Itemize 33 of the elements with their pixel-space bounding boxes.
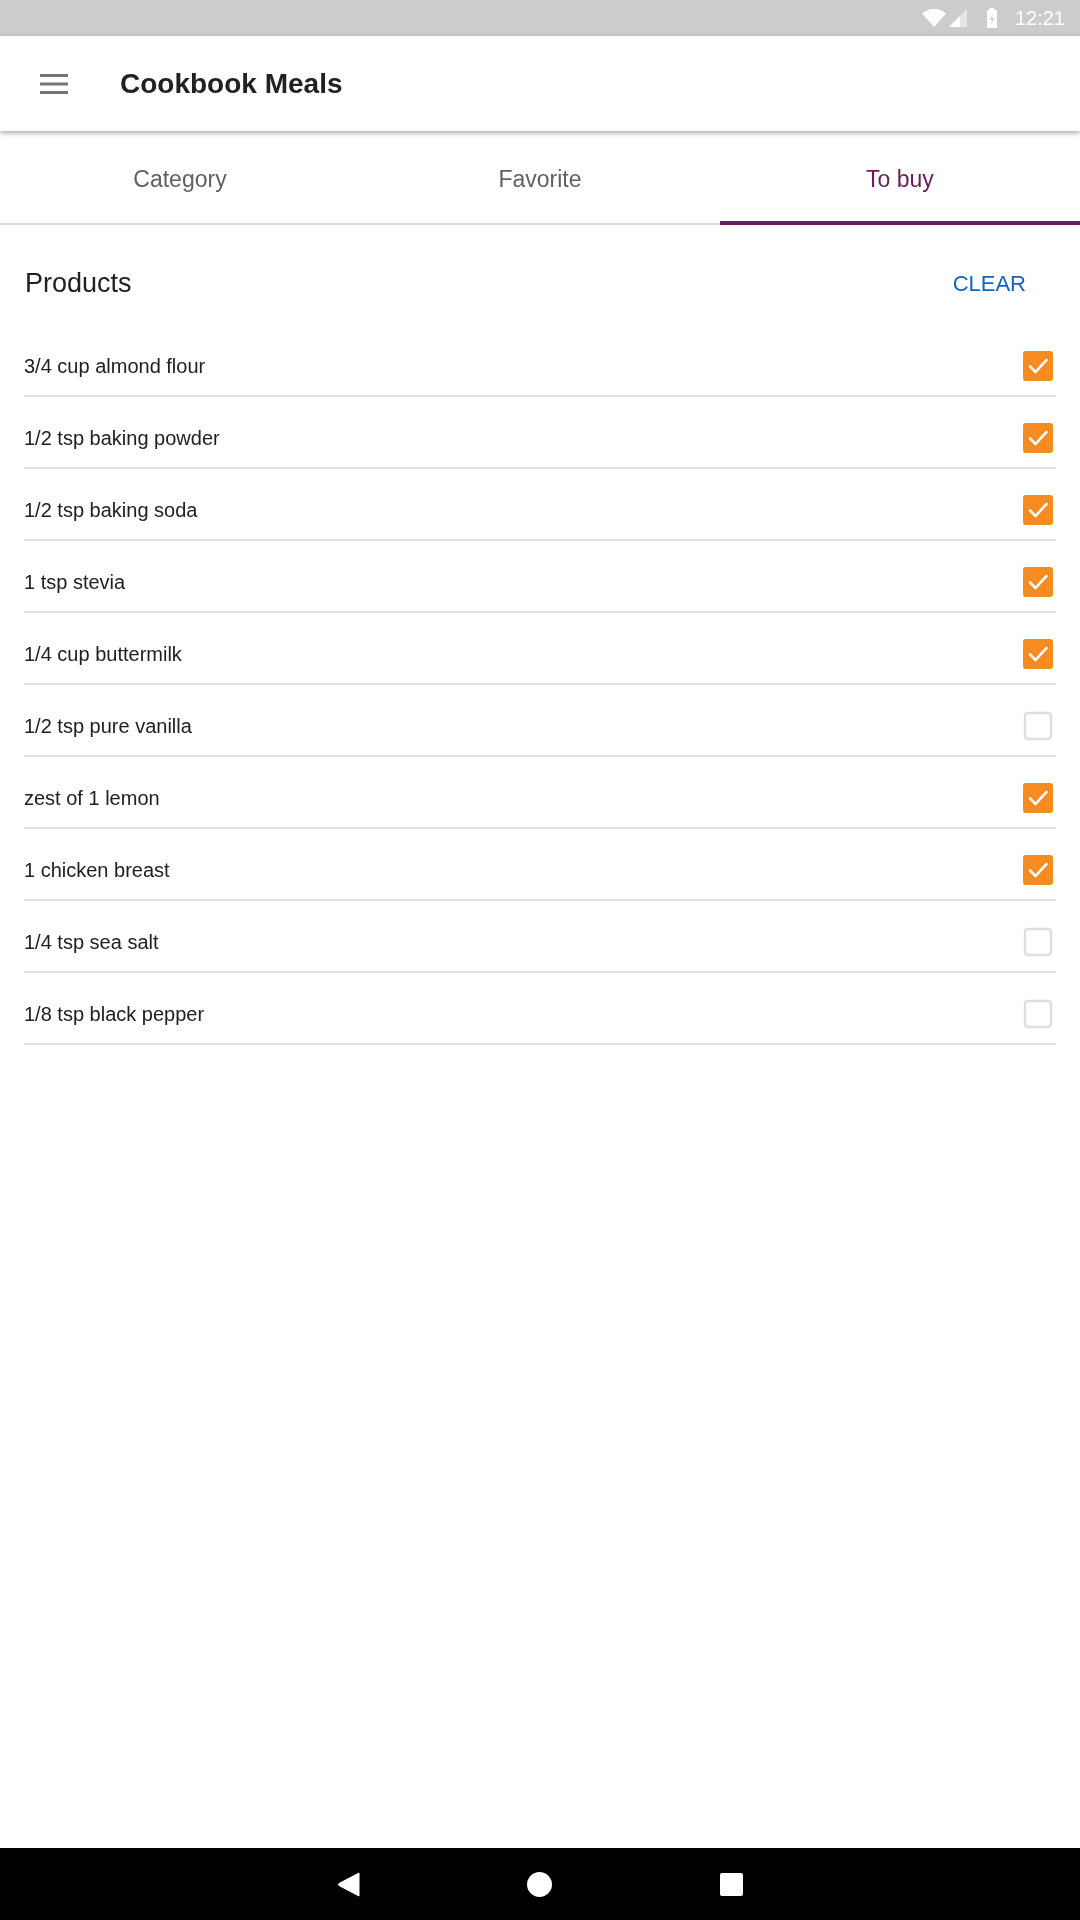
product-name: 1/2 tsp baking soda: [24, 498, 198, 523]
checkbox[interactable]: [1023, 351, 1053, 381]
checkbox[interactable]: [1023, 567, 1053, 597]
section-title: Products: [25, 266, 132, 300]
checkbox[interactable]: [1023, 639, 1053, 669]
tab[interactable]: To buy: [720, 131, 1080, 225]
signal-icon: [948, 9, 967, 27]
product-name: 1 tsp stevia: [24, 570, 126, 595]
clear-button[interactable]: CLEAR: [952, 262, 1026, 304]
product-name: 1/4 cup buttermilk: [24, 642, 182, 667]
product-name: 1/2 tsp baking powder: [24, 426, 220, 451]
checkbox[interactable]: [1023, 783, 1053, 813]
checkbox[interactable]: [1023, 423, 1053, 453]
product-name: 1/2 tsp pure vanilla: [24, 714, 192, 739]
product-name: 3/4 cup almond flour: [24, 354, 206, 379]
product-name: 1/8 tsp black pepper: [24, 1002, 205, 1027]
product-name: zest of 1 lemon: [24, 786, 160, 811]
app-title: Cookbook Meals: [120, 66, 343, 101]
checkbox[interactable]: [1023, 927, 1053, 957]
tab[interactable]: Favorite: [360, 131, 720, 225]
product-name: 1 chicken breast: [24, 858, 170, 883]
battery-charging-icon: [986, 8, 997, 28]
checkbox[interactable]: [1023, 999, 1053, 1029]
square-icon[interactable]: [720, 1872, 743, 1896]
checkbox[interactable]: [1023, 711, 1053, 741]
tab[interactable]: Category: [0, 131, 360, 225]
checkbox[interactable]: [1023, 495, 1053, 525]
back-icon[interactable]: [337, 1871, 360, 1897]
checkbox[interactable]: [1023, 855, 1053, 885]
product-name: 1/4 tsp sea salt: [24, 930, 159, 955]
menu-icon[interactable]: [40, 73, 68, 94]
home-icon[interactable]: [527, 1871, 552, 1897]
wifi-icon: [921, 9, 946, 27]
